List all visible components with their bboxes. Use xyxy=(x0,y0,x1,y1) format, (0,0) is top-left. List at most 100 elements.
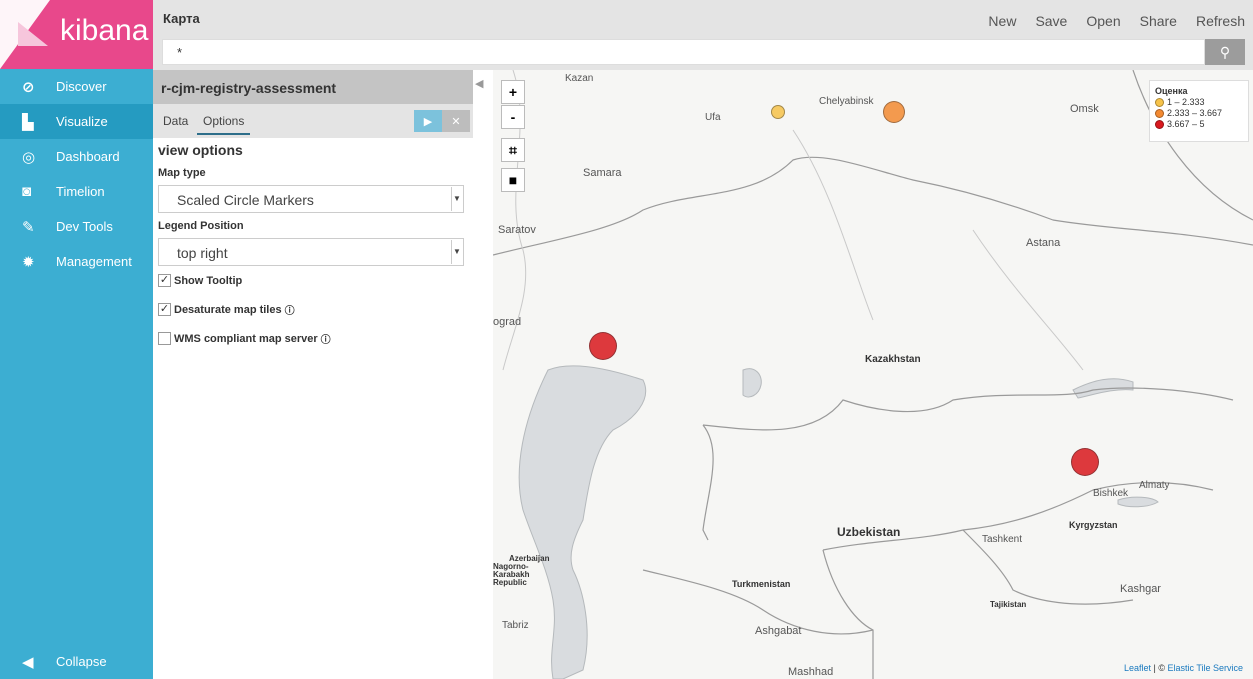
place-label: Almaty xyxy=(1139,480,1170,491)
info-icon[interactable]: ⓘ xyxy=(285,302,295,317)
rivers xyxy=(502,70,1084,371)
legend-label: 2.333 – 3.667 xyxy=(1167,108,1223,118)
search-button[interactable]: ⚲ xyxy=(1205,39,1245,65)
place-label: Kashgar xyxy=(1120,583,1161,595)
place-label: Uzbekistan xyxy=(837,525,901,539)
checkbox-checked[interactable]: ✓ xyxy=(158,303,171,316)
map-attribution: Leaflet | © Elastic Tile Service xyxy=(1124,663,1243,673)
search-icon: ⚲ xyxy=(1219,43,1231,60)
nav-item-visualize[interactable]: ▙ Visualize xyxy=(0,104,153,139)
place-label: Ashgabat xyxy=(755,625,802,637)
nav-label: Discover xyxy=(56,79,107,94)
chevron-down-icon: ▼ xyxy=(451,187,462,211)
nav-label: Dev Tools xyxy=(56,219,113,234)
caspian-sea-shape xyxy=(518,365,647,679)
collapse-icon: ◀ xyxy=(22,653,34,671)
map-type-value: Scaled Circle Markers xyxy=(177,192,314,208)
kibana-logo-mark-inner xyxy=(18,22,48,46)
play-icon: ▶ xyxy=(423,115,433,128)
collapse-label: Collapse xyxy=(56,654,107,669)
nav-item-management[interactable]: ✹ Management xyxy=(0,244,153,279)
page-title: Карта xyxy=(163,11,200,26)
collapse-editor-toggle[interactable]: ◀ xyxy=(475,77,483,90)
checkbox-label: Desaturate map tiles xyxy=(174,303,282,316)
map-canvas[interactable]: Kazan Chelyabinsk Omsk Ufa Samara Sarato… xyxy=(493,70,1253,679)
collapse-button[interactable]: ◀ Collapse xyxy=(0,644,153,679)
map-type-label: Map type xyxy=(158,167,206,179)
sidebar: kibana ⊘ Discover ▙ Visualize ◎ Dashboar… xyxy=(0,0,153,679)
tile-service-link[interactable]: Elastic Tile Service xyxy=(1167,663,1243,673)
map-legend: Оценка 1 – 2.333 2.333 – 3.667 3.667 – 5 xyxy=(1149,80,1249,142)
leaflet-link[interactable]: Leaflet xyxy=(1124,663,1151,673)
chevron-down-icon: ▼ xyxy=(451,240,462,264)
kibana-logo-text: kibana xyxy=(60,14,149,47)
share-button[interactable]: Share xyxy=(1140,13,1177,29)
place-label: Chelyabinsk xyxy=(819,96,874,107)
nav-label: Dashboard xyxy=(56,149,120,164)
legend-label: 3.667 – 5 xyxy=(1167,119,1205,129)
save-button[interactable]: Save xyxy=(1035,13,1067,29)
legend-label: 1 – 2.333 xyxy=(1167,97,1205,107)
legend-swatch xyxy=(1155,119,1164,129)
place-label: Saratov xyxy=(498,224,536,236)
nav-item-dev-tools[interactable]: ✎ Dev Tools xyxy=(0,209,153,244)
place-label: Tajikistan xyxy=(990,600,1027,609)
show-tooltip-checkbox[interactable]: ✓ Show Tooltip xyxy=(158,274,242,287)
place-label: Astana xyxy=(1026,237,1061,249)
place-label: Omsk xyxy=(1070,103,1099,115)
editor-tabs: Data Options ▶ ✕ xyxy=(153,104,473,138)
compass-icon: ⊘ xyxy=(22,78,35,96)
map-marker[interactable] xyxy=(771,104,786,119)
checkbox-label: WMS compliant map server xyxy=(174,332,318,345)
place-label: Samara xyxy=(583,167,622,179)
draw-rectangle-button[interactable]: ■ xyxy=(501,168,525,192)
crop-icon: ⌗ xyxy=(509,141,517,158)
place-label: Kazakhstan xyxy=(865,354,921,365)
legend-item: 1 – 2.333 xyxy=(1155,97,1243,107)
place-label: Tashkent xyxy=(982,534,1023,545)
index-pattern-title: r-cjm-registry-assessment xyxy=(153,70,473,104)
place-label: Mashhad xyxy=(788,666,834,678)
zoom-in-button[interactable]: + xyxy=(501,80,525,104)
tab-data[interactable]: Data xyxy=(163,114,188,128)
search-row: * ⚲ xyxy=(153,36,1253,70)
fit-bounds-button[interactable]: ⌗ xyxy=(501,138,525,162)
kibana-logo[interactable]: kibana xyxy=(0,0,153,69)
section-title: view options xyxy=(158,142,243,158)
place-label: Turkmenistan xyxy=(732,579,791,589)
zoom-out-button[interactable]: - xyxy=(501,105,525,129)
refresh-button[interactable]: Refresh xyxy=(1196,13,1245,29)
mask-icon: ◙ xyxy=(22,183,32,200)
tab-options[interactable]: Options xyxy=(197,114,251,135)
open-button[interactable]: Open xyxy=(1086,13,1120,29)
map-type-select[interactable]: Scaled Circle Markers ▼ xyxy=(158,185,464,213)
search-input[interactable]: * xyxy=(162,39,1205,65)
place-label: Bishkek xyxy=(1093,488,1129,499)
top-menu: New Save Open Share Refresh xyxy=(988,13,1245,29)
legend-position-select[interactable]: top right ▼ xyxy=(158,238,464,266)
close-icon: ✕ xyxy=(451,115,461,128)
aral-sea-shape xyxy=(742,368,762,398)
nav-item-timelion[interactable]: ◙ Timelion xyxy=(0,174,153,209)
attribution-separator: | © xyxy=(1150,663,1168,673)
nav-item-dashboard[interactable]: ◎ Dashboard xyxy=(0,139,153,174)
info-icon[interactable]: ⓘ xyxy=(321,331,331,346)
nav-label: Management xyxy=(56,254,132,269)
nav-item-discover[interactable]: ⊘ Discover xyxy=(0,69,153,104)
discard-changes-button[interactable]: ✕ xyxy=(442,110,470,132)
legend-position-value: top right xyxy=(177,245,228,261)
wrench-icon: ✎ xyxy=(22,218,35,236)
place-label: Kazan xyxy=(565,73,594,84)
place-label: Nagorno-Karabakh Republic xyxy=(493,562,530,587)
map-marker[interactable] xyxy=(883,100,906,123)
desaturate-checkbox[interactable]: ✓ Desaturate map tiles ⓘ xyxy=(158,302,295,317)
checkbox-checked[interactable]: ✓ xyxy=(158,274,171,287)
apply-changes-button[interactable]: ▶ xyxy=(414,110,442,132)
new-button[interactable]: New xyxy=(988,13,1016,29)
checkbox-unchecked[interactable] xyxy=(158,332,171,345)
gauge-icon: ◎ xyxy=(22,148,36,166)
top-bar: Карта New Save Open Share Refresh xyxy=(153,0,1253,36)
wms-checkbox[interactable]: WMS compliant map server ⓘ xyxy=(158,331,331,346)
legend-swatch xyxy=(1155,108,1164,118)
nav-label: Visualize xyxy=(56,114,108,129)
